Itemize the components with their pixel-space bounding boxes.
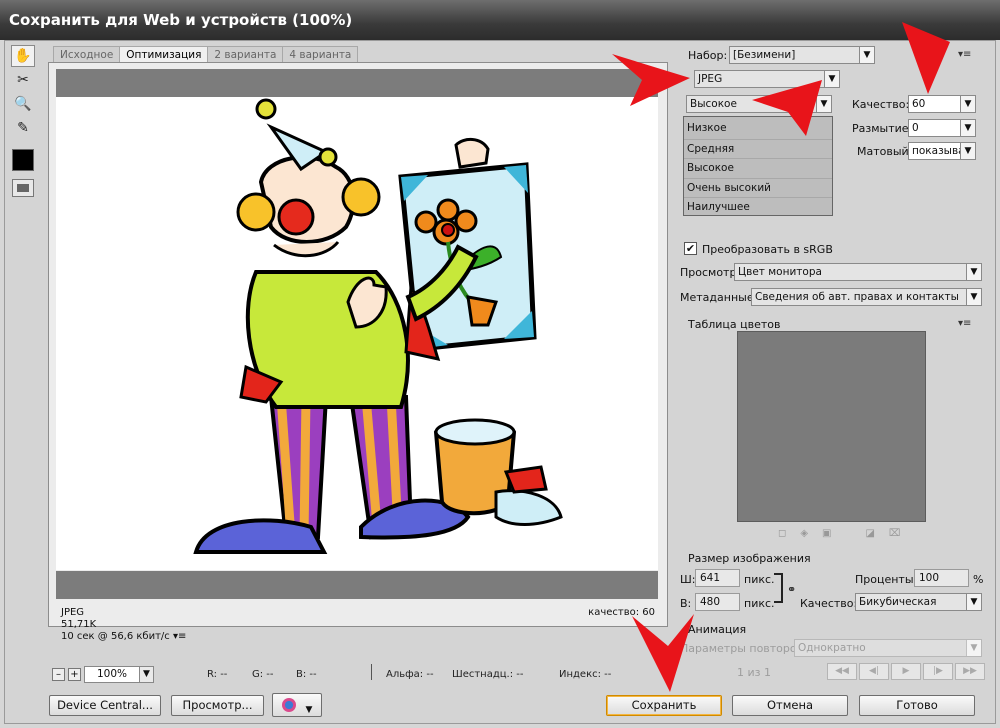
- annotation-arrow-quality-preset: [752, 80, 822, 136]
- annotation-arrow-format: [612, 54, 690, 106]
- annotation-arrow-save: [632, 614, 694, 692]
- annotation-arrow-quality: [902, 22, 950, 94]
- annotation-arrows: [612, 22, 950, 692]
